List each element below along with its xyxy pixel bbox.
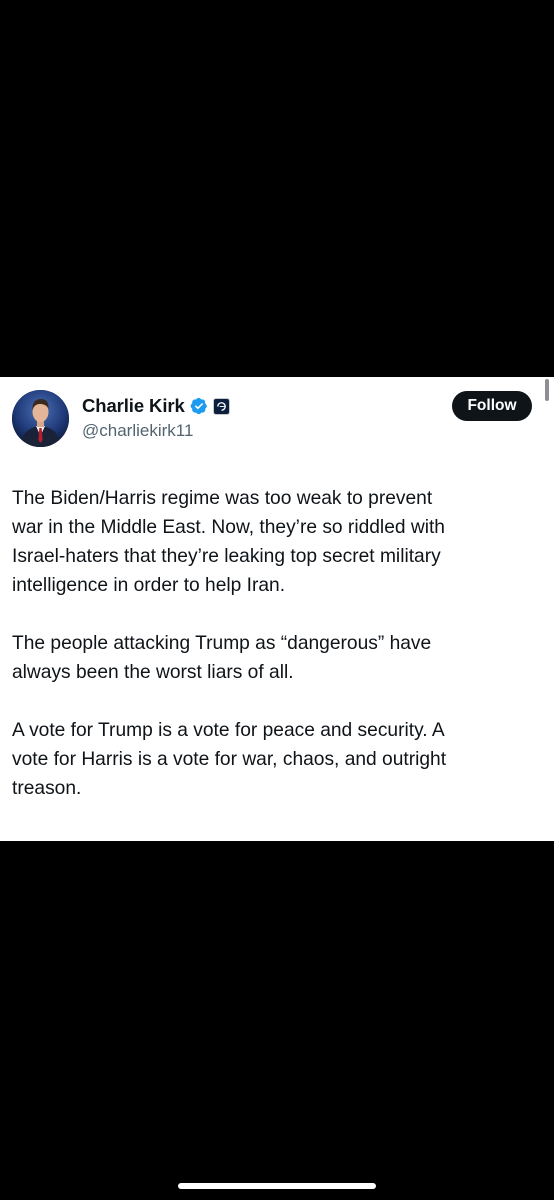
tweet-paragraph: The Biden/Harris regime was too weak to … (12, 488, 445, 596)
tweet-paragraph: A vote for Trump is a vote for peace and… (12, 720, 447, 799)
organization-badge-icon[interactable] (212, 397, 230, 415)
author-display-name[interactable]: Charlie Kirk (82, 395, 185, 417)
tweet-text: The Biden/Harris regime was too weak to … (12, 484, 532, 803)
author-handle[interactable]: @charliekirk11 (82, 421, 193, 441)
avatar[interactable] (12, 390, 69, 447)
home-indicator[interactable] (178, 1183, 376, 1189)
profile-photo (12, 390, 69, 447)
author-name-row: Charlie Kirk (82, 394, 230, 418)
scroll-indicator[interactable] (545, 379, 549, 401)
screen: { "tweet": { "author": { "display_name":… (0, 0, 554, 1200)
follow-button[interactable]: Follow (452, 391, 532, 421)
tweet-paragraph: The people attacking Trump as “dangerous… (12, 633, 432, 683)
tweet-card: Charlie Kirk @charliekirk11 Follow The B… (0, 377, 554, 841)
verified-badge-icon[interactable] (190, 397, 208, 415)
